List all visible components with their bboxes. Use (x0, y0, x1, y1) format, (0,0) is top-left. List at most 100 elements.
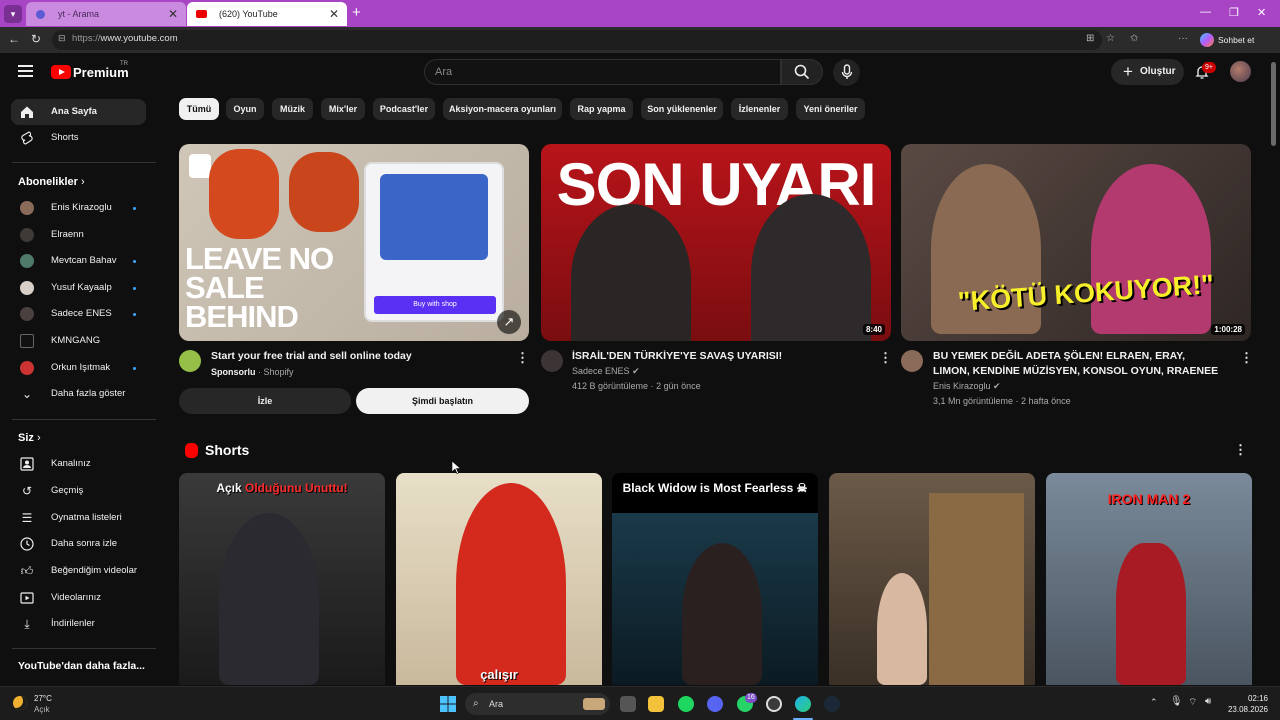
close-tab-icon[interactable]: ✕ (329, 2, 339, 26)
volume-icon[interactable]: 🔊︎ (1205, 696, 1211, 707)
sidebar-item-subscription[interactable]: Enis Kirazoglu (11, 195, 146, 221)
task-view-icon[interactable] (620, 696, 636, 712)
close-tab-icon[interactable]: ✕ (168, 2, 178, 26)
ad-title[interactable]: Start your free trial and sell online to… (211, 349, 501, 364)
weather-temperature[interactable]: 27°C (34, 694, 52, 703)
sidebar-item-subscription[interactable]: Orkun Işıtmak (11, 355, 146, 381)
chip[interactable]: İzlenenler (731, 98, 788, 120)
search-button[interactable] (781, 59, 823, 85)
sidebar-item-watch-later[interactable]: Daha sonra izle (11, 531, 146, 557)
favorites-icon[interactable]: ✩ (1130, 33, 1138, 44)
short-thumbnail[interactable]: Black Widow is Most Fearless ☠ (612, 473, 818, 685)
more-icon[interactable]: ··· (1178, 33, 1188, 44)
watch-button[interactable]: İzle (179, 388, 351, 414)
chip[interactable]: Son yüklenenler (641, 98, 723, 120)
sidebar-item-subscription[interactable]: Mevtcan Bahav (11, 248, 146, 274)
short-thumbnail[interactable]: Açık Olduğunu Unuttu! (179, 473, 385, 685)
channel-name[interactable]: Enis Kirazoglu ✔ (933, 381, 1001, 392)
clock-time[interactable]: 02:16 (1240, 694, 1268, 703)
chip[interactable]: Podcast'ler (373, 98, 435, 120)
weather-condition[interactable]: Açık (34, 705, 50, 714)
close-window-icon[interactable]: ✕ (1257, 6, 1266, 19)
scrollbar-track[interactable] (1268, 53, 1280, 686)
sidebar-item-shorts[interactable]: Shorts (11, 125, 146, 151)
video-thumbnail[interactable]: SON UYARI 8:40 (541, 144, 891, 341)
start-now-button[interactable]: Şimdi başlatın (356, 388, 529, 414)
create-button[interactable]: + Oluştur (1111, 59, 1184, 85)
open-external-icon[interactable]: ↗ (497, 310, 521, 334)
sidebar-item-liked[interactable]: 👍︎ Beğendiğim videolar (11, 558, 146, 584)
sidebar-item-subscription[interactable]: Elraenn (11, 222, 146, 248)
refresh-icon[interactable]: ↻ (31, 32, 41, 46)
microphone-icon[interactable]: 🎙︎ (1170, 696, 1183, 707)
chip[interactable]: Oyun (226, 98, 264, 120)
sidebar-item-your-videos[interactable]: Videolarınız (11, 585, 146, 611)
ad-thumbnail[interactable]: Buy with shop LEAVE NO SALE BEHIND ↗ (179, 144, 529, 341)
tab-yt-search[interactable]: yt - Arama ✕ (26, 2, 186, 26)
network-icon[interactable]: ⌔ (1188, 696, 1197, 709)
shopify-avatar[interactable] (179, 350, 201, 372)
sidebar-item-subscription[interactable]: Sadece ENES (11, 301, 146, 327)
site-info-icon[interactable]: ⊟ (58, 33, 66, 44)
channel-avatar[interactable] (901, 350, 923, 372)
sidebar-item-history[interactable]: ↺ Geçmiş (11, 478, 146, 504)
video-title[interactable]: İSRAİL'DEN TÜRKİYE'YE SAVAŞ UYARISI! (572, 349, 862, 364)
channel-avatar[interactable] (541, 350, 563, 372)
more-options-icon[interactable]: ⋮ (516, 350, 529, 366)
channel-name[interactable]: Sadece ENES ✔ (572, 366, 640, 377)
search-input[interactable] (435, 66, 765, 78)
short-thumbnail[interactable] (829, 473, 1035, 685)
sidebar-item-downloads[interactable]: ⤓ İndirilenler (11, 611, 146, 637)
voice-search-button[interactable] (833, 59, 860, 86)
menu-icon[interactable] (18, 65, 33, 77)
you-heading[interactable]: Siz › (18, 432, 41, 444)
app-available-icon[interactable]: ⊞ (1086, 33, 1094, 44)
scrollbar-thumb[interactable] (1271, 62, 1276, 146)
shelf-more-options-icon[interactable]: ⋮ (1234, 442, 1247, 458)
chip[interactable]: Yeni öneriler (796, 98, 865, 120)
sidebar-item-channel[interactable]: Kanalınız (11, 451, 146, 477)
tab-youtube[interactable]: (620) YouTube ✕ (187, 2, 347, 26)
minimize-icon[interactable]: — (1200, 6, 1211, 18)
new-tab-icon[interactable]: + (352, 4, 361, 21)
short-thumbnail[interactable]: IRON MAN 2 (1046, 473, 1252, 685)
sidebar-item-home[interactable]: Ana Sayfa (11, 99, 146, 125)
back-icon[interactable]: ← (8, 32, 20, 46)
more-options-icon[interactable]: ⋮ (1240, 350, 1253, 366)
chip[interactable]: Aksiyon-macera oyunları (443, 98, 562, 120)
account-avatar[interactable] (1230, 61, 1251, 82)
spotify-icon[interactable] (678, 696, 694, 712)
discord-icon[interactable] (707, 696, 723, 712)
edge-icon[interactable] (795, 696, 811, 712)
chip[interactable]: Müzik (272, 98, 313, 120)
chip-all[interactable]: Tümü (179, 98, 219, 120)
logo-text[interactable]: Premium (73, 65, 129, 80)
address-bar[interactable]: ⊟ (52, 30, 1102, 50)
address-url[interactable]: https://www.youtube.com (72, 33, 178, 44)
chip[interactable]: Rap yapma (570, 98, 633, 120)
sidebar-item-subscription[interactable]: KMNGANG (11, 328, 146, 354)
show-hidden-icons-icon[interactable]: ⌃ (1150, 697, 1158, 708)
taskbar-search[interactable]: ⌕ Ara (465, 693, 610, 715)
favorite-star-icon[interactable]: ☆ (1106, 33, 1115, 44)
sidebar-show-more[interactable]: ⌄ Daha fazla göster (11, 381, 146, 407)
youtube-logo-icon[interactable] (51, 65, 71, 79)
subscriptions-heading[interactable]: Abonelikler › (18, 176, 85, 188)
restore-icon[interactable]: ❐ (1229, 6, 1239, 19)
copilot-button[interactable]: Sohbet et (1200, 32, 1254, 48)
steam-icon[interactable] (824, 696, 840, 712)
search-box[interactable] (424, 59, 781, 85)
tab-actions-icon[interactable]: ▾ (4, 5, 22, 23)
clock-date[interactable]: 23.08.2026 (1222, 705, 1268, 714)
file-explorer-icon[interactable] (648, 696, 664, 712)
short-thumbnail[interactable]: çalışır (396, 473, 602, 685)
chip[interactable]: Mix'ler (321, 98, 365, 120)
windows-start-icon[interactable] (440, 696, 456, 712)
more-options-icon[interactable]: ⋮ (879, 350, 892, 366)
sidebar-item-subscription[interactable]: Yusuf Kayaalp (11, 275, 146, 301)
video-title[interactable]: BU YEMEK DEĞİL ADETA ŞÖLEN! ELRAEN, ERAY… (933, 349, 1223, 379)
video-thumbnail[interactable]: "KÖTÜ KOKUYOR!" 1:00:28 (901, 144, 1251, 341)
weather-moon-icon[interactable] (13, 696, 27, 710)
app-icon[interactable] (766, 696, 782, 712)
sidebar-item-playlists[interactable]: ☰ Oynatma listeleri (11, 505, 146, 531)
